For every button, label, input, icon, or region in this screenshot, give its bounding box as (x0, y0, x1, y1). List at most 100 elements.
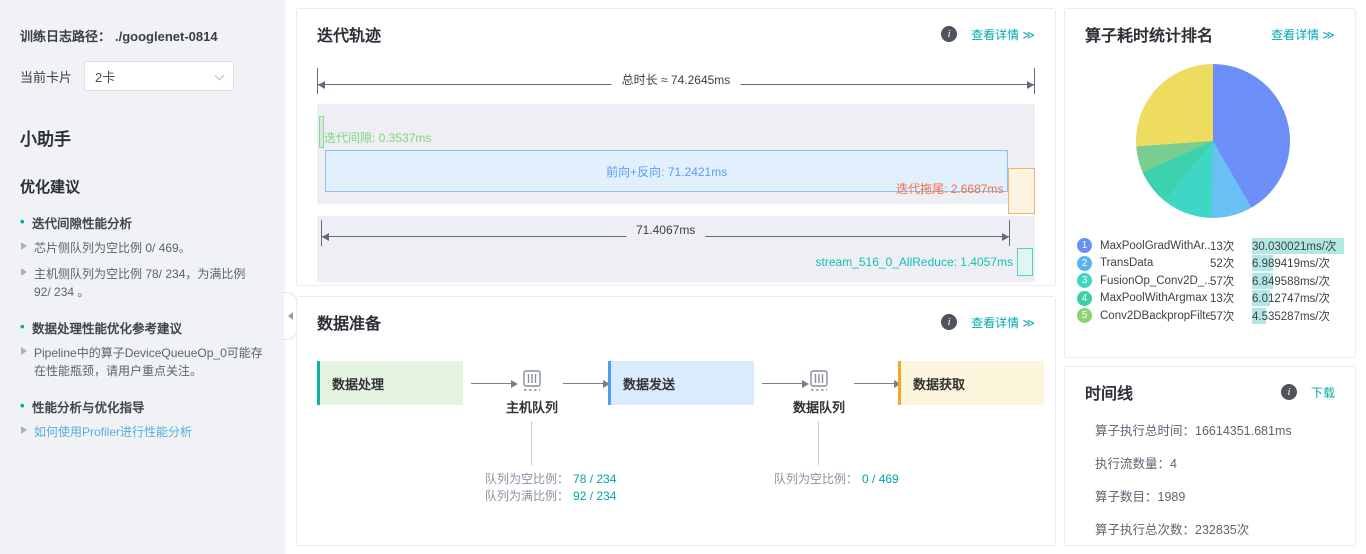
fwd-bwd-duration-label: 71.4067ms (626, 223, 705, 237)
op-time-rank-title: 算子耗时统计排名 (1085, 22, 1213, 46)
op-rank-row[interactable]: 5 Conv2DBackpropFilter 57次 4.535287ms/次 (1077, 307, 1345, 325)
info-icon[interactable]: i (941, 314, 957, 330)
data-queue-stats: 队列为空比例：0 / 469 (774, 471, 899, 488)
data-prep-title: 数据准备 (317, 310, 381, 334)
suggestion-item: Pipeline中的算子DeviceQueueOp_0可能存在性能瓶颈，请用户重… (20, 344, 265, 381)
flow-arrow-icon (854, 383, 894, 384)
stat-row: 队列为空比例：78 / 234 (485, 471, 616, 488)
stat-row: 队列为满比例：92 / 234 (485, 488, 616, 505)
bullet-icon: • (20, 398, 25, 413)
op-count: 57次 (1210, 273, 1252, 289)
suggestion-group: •迭代间隙性能分析 芯片侧队列为空比例 0/ 469。 主机侧队列为空比例 78… (20, 213, 265, 302)
iteration-trace-panel: 迭代轨迹 i 查看详情 ≫ 总时长 ≈ 74.2645ms 迭代间隙: 0.35… (296, 8, 1056, 286)
suggestion-item: 芯片侧队列为空比例 0/ 469。 (20, 239, 265, 258)
flow-arrow-icon (563, 383, 603, 384)
info-icon[interactable]: i (941, 26, 957, 42)
op-name: MaxPoolGradWithAr... (1100, 240, 1210, 252)
collapse-left-icon (288, 312, 293, 320)
op-name: Conv2DBackpropFilter (1100, 310, 1210, 322)
op-name: TransData (1100, 257, 1210, 269)
suggestion-group-title: •迭代间隙性能分析 (20, 213, 265, 232)
rank-badge: 3 (1077, 273, 1092, 288)
iteration-tail-label: 迭代拖尾: 2.6687ms (896, 180, 1003, 197)
suggestion-group: •数据处理性能优化参考建议 Pipeline中的算子DeviceQueueOp_… (20, 318, 265, 381)
stat-row: 队列为空比例：0 / 469 (774, 471, 899, 488)
data-prep-detail-link[interactable]: 查看详情 ≫ (971, 314, 1035, 331)
bullet-icon: • (20, 214, 25, 229)
timeline-download-link[interactable]: 下载 (1311, 384, 1335, 401)
op-avg-time: 4.535287ms/次 (1252, 311, 1330, 323)
stat-row: 算子执行总次数：232835次 (1095, 519, 1335, 538)
chevron-down-icon (215, 71, 225, 81)
triangle-icon (21, 347, 27, 355)
node-data-process[interactable]: 数据处理 (317, 361, 463, 405)
node-data-fetch[interactable]: 数据获取 (898, 361, 1044, 405)
allreduce-band: 71.4067ms stream_516_0_AllReduce: 1.4057… (317, 216, 1035, 282)
op-time-rank-panel: 算子耗时统计排名 查看详情 ≫ 1 MaxPoolGradWithAr... 1… (1064, 8, 1356, 358)
timeline-stats: 算子执行总时间：16614351.681ms 执行流数量：4 算子数目：1989… (1065, 412, 1355, 538)
queue-icon (806, 369, 832, 393)
timeline-panel: 时间线 i 下载 算子执行总时间：16614351.681ms 执行流数量：4 … (1064, 366, 1356, 546)
host-queue-stats: 队列为空比例：78 / 234 队列为满比例：92 / 234 (485, 471, 616, 505)
iteration-detail-link[interactable]: 查看详情 ≫ (971, 26, 1035, 43)
op-avg-time: 6.989419ms/次 (1252, 258, 1330, 270)
suggestions-title: 优化建议 (20, 176, 265, 197)
current-card-label: 当前卡片 (20, 67, 72, 86)
queue-icon (519, 369, 545, 393)
total-duration-arrow: 总时长 ≈ 74.2645ms (317, 68, 1035, 94)
op-rank-list: 1 MaxPoolGradWithAr... 13次 30.030021ms/次… (1077, 237, 1345, 325)
suggestion-group: •性能分析与优化指导 如何使用Profiler进行性能分析 (20, 397, 265, 442)
helper-sidebar: 训练日志路径：./googlenet-0814 当前卡片 2卡 小助手 优化建议… (0, 0, 285, 554)
op-avg-time: 6.849588ms/次 (1252, 276, 1330, 288)
op-name: MaxPoolWithArgmax (1100, 292, 1210, 304)
op-rank-row[interactable]: 2 TransData 52次 6.989419ms/次 (1077, 255, 1345, 273)
host-queue-label: 主机队列 (500, 397, 564, 416)
op-rank-row[interactable]: 1 MaxPoolGradWithAr... 13次 30.030021ms/次 (1077, 237, 1345, 255)
assistant-title: 小助手 (20, 125, 265, 150)
data-prep-panel: 数据准备 i 查看详情 ≫ 数据处理 主机队列 数据发送 数据队列 (296, 296, 1056, 546)
op-count: 13次 (1210, 290, 1252, 306)
op-count: 13次 (1210, 238, 1252, 254)
op-rank-row[interactable]: 4 MaxPoolWithArgmax 13次 6.012747ms/次 (1077, 290, 1345, 308)
flow-arrow-icon (471, 383, 511, 384)
profiler-guide-link[interactable]: 如何使用Profiler进行性能分析 (20, 423, 265, 442)
rank-badge: 1 (1077, 238, 1092, 253)
op-count: 52次 (1210, 255, 1252, 271)
suggestion-group-title: •数据处理性能优化参考建议 (20, 318, 265, 337)
allreduce-label: stream_516_0_AllReduce: 1.4057ms (816, 255, 1013, 269)
flow-arrow-icon (762, 383, 802, 384)
op-time-pie[interactable] (1136, 64, 1290, 218)
train-log-path: 训练日志路径：./googlenet-0814 (20, 26, 265, 45)
fwd-bwd-label: 前向+反向: 71.2421ms (606, 163, 727, 180)
allreduce-bar[interactable] (1017, 248, 1033, 276)
iteration-trace-title: 迭代轨迹 (317, 22, 381, 46)
triangle-icon (21, 242, 27, 250)
iteration-tail-bar[interactable] (1008, 168, 1035, 214)
fwd-bwd-duration-arrow: 71.4067ms (321, 220, 1010, 246)
connector-line (531, 421, 532, 465)
train-log-path-label: 训练日志路径： (20, 29, 111, 44)
triangle-icon (21, 268, 27, 276)
suggestion-group-title: •性能分析与优化指导 (20, 397, 265, 416)
op-avg-time: 30.030021ms/次 (1252, 241, 1336, 253)
bullet-icon: • (20, 319, 25, 334)
rank-badge: 5 (1077, 308, 1092, 323)
op-avg-time: 6.012747ms/次 (1252, 293, 1330, 305)
stat-row: 执行流数量：4 (1095, 453, 1335, 472)
op-rank-row[interactable]: 3 FusionOp_Conv2D_... 57次 6.849588ms/次 (1077, 272, 1345, 290)
card-select-value: 2卡 (95, 67, 115, 86)
stat-row: 算子数目：1989 (1095, 486, 1335, 505)
rank-badge: 2 (1077, 256, 1092, 271)
profiler-dashboard: 训练日志路径：./googlenet-0814 当前卡片 2卡 小助手 优化建议… (0, 0, 1366, 554)
op-rank-detail-link[interactable]: 查看详情 ≫ (1271, 26, 1335, 43)
op-name: FusionOp_Conv2D_... (1100, 275, 1210, 287)
card-select[interactable]: 2卡 (84, 61, 234, 91)
info-icon[interactable]: i (1281, 384, 1297, 400)
timeline-title: 时间线 (1085, 380, 1133, 404)
triangle-icon (21, 426, 27, 434)
stat-row: 算子执行总时间：16614351.681ms (1095, 420, 1335, 439)
op-count: 57次 (1210, 308, 1252, 324)
iteration-gap-label: 迭代间隙: 0.3537ms (324, 129, 431, 146)
iteration-band: 迭代间隙: 0.3537ms 前向+反向: 71.2421ms 迭代拖尾: 2.… (317, 104, 1035, 204)
node-data-send[interactable]: 数据发送 (608, 361, 754, 405)
